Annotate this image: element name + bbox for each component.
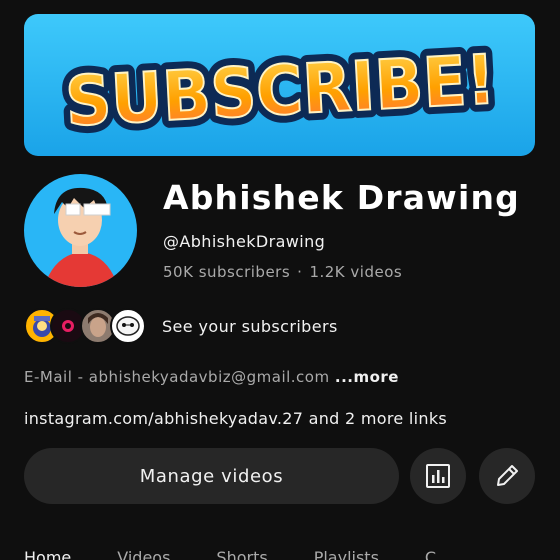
tab-shorts[interactable]: Shorts xyxy=(216,548,267,560)
channel-handle: @AbhishekDrawing xyxy=(163,232,326,251)
video-count: 1.2K videos xyxy=(309,263,403,281)
tab-playlists[interactable]: Playlists xyxy=(314,548,379,560)
see-subscribers-label[interactable]: See your subscribers xyxy=(162,317,338,336)
see-subscribers-row[interactable]: See your subscribers xyxy=(24,306,338,346)
tab-community[interactable]: C xyxy=(425,548,436,560)
subscriber-count: 50K subscribers xyxy=(163,263,291,281)
channel-name: Abhishek Drawing xyxy=(163,178,520,217)
manage-videos-button[interactable]: Manage videos xyxy=(24,448,399,504)
stats-separator: · xyxy=(297,263,303,281)
edit-channel-button[interactable] xyxy=(479,448,535,504)
description-text: E-Mail - abhishekyadavbiz@gmail.com xyxy=(24,368,330,386)
analytics-button[interactable] xyxy=(410,448,466,504)
channel-description[interactable]: E-Mail - abhishekyadavbiz@gmail.com ...m… xyxy=(24,368,399,386)
manage-videos-label: Manage videos xyxy=(139,465,284,487)
analytics-icon xyxy=(426,464,450,488)
subscriber-avatar xyxy=(110,308,146,344)
tab-videos[interactable]: Videos xyxy=(117,548,170,560)
channel-stats: 50K subscribers · 1.2K videos xyxy=(163,263,402,281)
tab-home[interactable]: Home xyxy=(24,548,71,560)
description-more-link[interactable]: ...more xyxy=(335,368,399,386)
edit-icon xyxy=(497,465,518,486)
channel-links[interactable]: instagram.com/abhishekyadav.27 and 2 mor… xyxy=(24,409,447,428)
avatar-illustration xyxy=(24,174,137,287)
channel-banner: SUBSCRIBE! SUBSCRIBE! xyxy=(24,14,535,156)
subscriber-avatars xyxy=(24,306,152,346)
channel-avatar[interactable] xyxy=(24,174,137,287)
channel-tabs: Home Videos Shorts Playlists C xyxy=(24,548,436,560)
